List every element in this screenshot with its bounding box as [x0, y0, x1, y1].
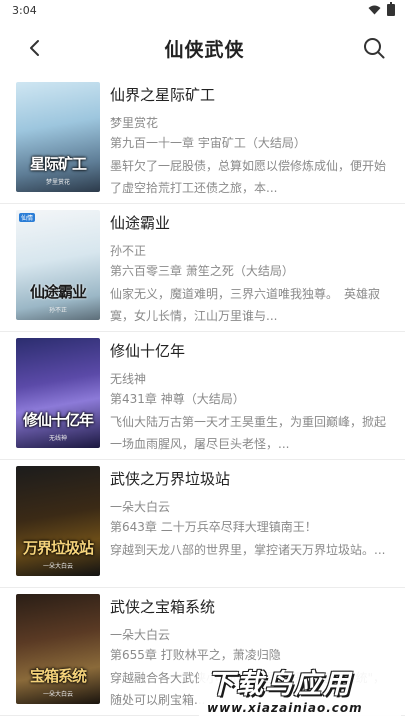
book-latest-chapter: 第六百零三章 萧笙之死（大结局）: [110, 264, 294, 278]
cover-badge: 仙情: [19, 213, 36, 222]
back-button[interactable]: [22, 35, 48, 61]
cover-title-text: 万界垃圾站: [22, 539, 94, 557]
page-title: 仙侠武侠: [164, 38, 245, 61]
book-cover[interactable]: 万界垃圾站 一朵大白云: [16, 466, 100, 576]
status-bar: 3:04: [0, 0, 405, 20]
cover-title-text: 修仙十亿年: [22, 411, 94, 429]
watermark: 下载鸟应用 www.xiazainiao.com: [199, 665, 401, 720]
cover-author-text: 梦里赏花: [45, 179, 70, 186]
book-info: 武侠之万界垃圾站 一朵大白云 第643章 二十万兵卒尽拜大理镇南王！ 穿越到天龙…: [110, 466, 389, 587]
search-button[interactable]: [361, 35, 387, 61]
book-info: 仙界之星际矿工 梦里赏花 第九百一十一章 宇宙矿工（大结局） 墨轩欠了一屁股债，…: [110, 82, 389, 203]
wifi-icon: [368, 5, 381, 15]
book-description: 穿越到天龙八部的世界里，掌控诸天万界垃圾站。...: [110, 543, 386, 557]
book-latest-chapter: 第431章 神尊（大结局）: [110, 392, 245, 406]
book-title: 修仙十亿年: [110, 342, 186, 360]
book-description: 仙家无义，魔道难明，三界六道唯我独尊。 英雄寂寞，女儿长情，江山万里谁与...: [110, 287, 381, 323]
search-icon: [363, 38, 385, 59]
book-latest-chapter: 第655章 打败林平之，萧凌归隐: [110, 648, 281, 662]
book-author: 无线神: [110, 372, 147, 386]
status-time: 3:04: [12, 3, 37, 17]
book-cover[interactable]: 星际矿工 梦里赏花: [16, 82, 100, 192]
book-author: 一朵大白云: [110, 628, 171, 642]
book-description: 墨轩欠了一屁股债，总算如愿以偿修炼成仙，便开始了虚空拾荒打工还债之旅，本...: [110, 159, 387, 195]
book-author: 一朵大白云: [110, 500, 171, 514]
book-info: 修仙十亿年 无线神 第431章 神尊（大结局） 飞仙大陆万古第一天才王昊重生，为…: [110, 338, 389, 459]
book-description: 飞仙大陆万古第一天才王昊重生，为重回巅峰，掀起一场血雨腥风，屠尽巨头老怪，...: [110, 415, 387, 451]
battery-icon: [387, 2, 395, 16]
book-title: 武侠之宝箱系统: [110, 598, 216, 616]
cover-title-text: 仙途霸业: [29, 283, 87, 301]
book-title: 仙界之星际矿工: [110, 86, 216, 104]
book-list: 星际矿工 梦里赏花 仙界之星际矿工 梦里赏花 第九百一十一章 宇宙矿工（大结局）…: [0, 76, 405, 716]
cover-author-text: 孙不正: [48, 307, 67, 314]
book-info: 仙途霸业 孙不正 第六百零三章 萧笙之死（大结局） 仙家无义，魔道难明，三界六道…: [110, 210, 389, 331]
cover-author-text: 一朵大白云: [42, 691, 73, 698]
book-item[interactable]: 星际矿工 梦里赏花 仙界之星际矿工 梦里赏花 第九百一十一章 宇宙矿工（大结局）…: [0, 76, 405, 204]
watermark-url: www.xiazainiao.com: [207, 701, 363, 715]
cover-title-text: 宝箱系统: [29, 667, 87, 685]
cover-author-text: 一朵大白云: [42, 563, 73, 570]
book-item[interactable]: 修仙十亿年 无线神 修仙十亿年 无线神 第431章 神尊（大结局） 飞仙大陆万古…: [0, 332, 405, 460]
book-item[interactable]: 仙情 仙途霸业 孙不正 仙途霸业 孙不正 第六百零三章 萧笙之死（大结局） 仙家…: [0, 204, 405, 332]
book-author: 梦里赏花: [110, 116, 159, 130]
book-latest-chapter: 第643章 二十万兵卒尽拜大理镇南王！: [110, 520, 317, 534]
book-cover[interactable]: 宝箱系统 一朵大白云: [16, 594, 100, 704]
book-latest-chapter: 第九百一十一章 宇宙矿工（大结局）: [110, 136, 306, 150]
watermark-title: 下载鸟应用: [207, 669, 352, 700]
app-bar: 仙侠武侠: [0, 20, 405, 76]
cover-title-text: 星际矿工: [29, 155, 87, 173]
book-title: 仙途霸业: [110, 214, 171, 232]
book-item[interactable]: 万界垃圾站 一朵大白云 武侠之万界垃圾站 一朵大白云 第643章 二十万兵卒尽拜…: [0, 460, 405, 588]
book-author: 孙不正: [110, 244, 147, 258]
status-icons: [368, 2, 395, 16]
book-cover[interactable]: 修仙十亿年 无线神: [16, 338, 100, 448]
back-arrow-icon: [30, 40, 39, 56]
cover-author-text: 无线神: [48, 435, 67, 442]
book-title: 武侠之万界垃圾站: [110, 470, 231, 488]
book-cover[interactable]: 仙情 仙途霸业 孙不正: [16, 210, 100, 320]
